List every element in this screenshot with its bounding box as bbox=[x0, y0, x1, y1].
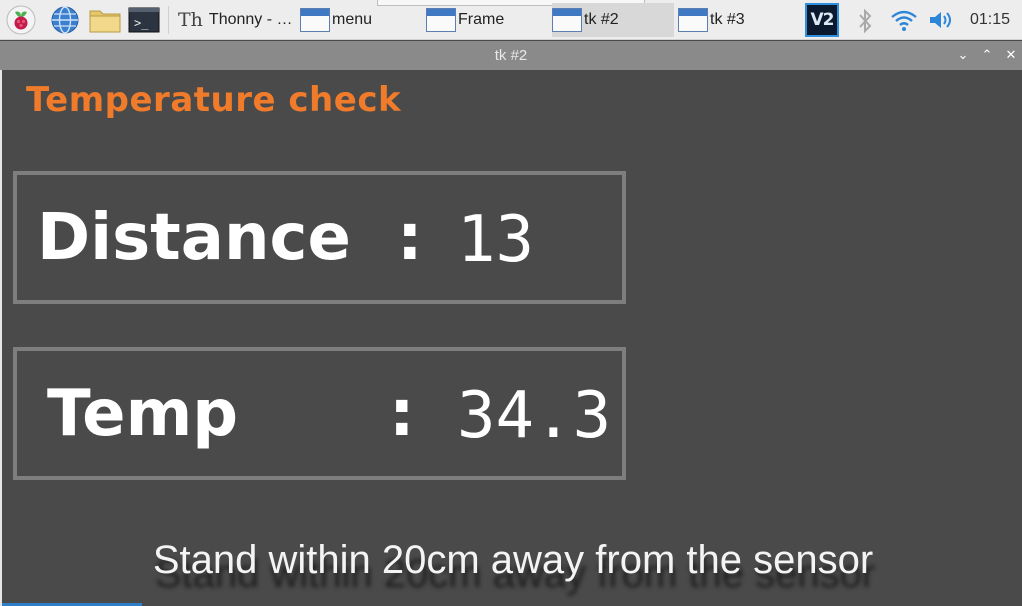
distance-value: 13 bbox=[457, 203, 535, 277]
window-icon bbox=[426, 8, 456, 32]
task-menu[interactable]: menu bbox=[300, 3, 422, 37]
window-icon bbox=[300, 8, 330, 32]
distance-colon: : bbox=[397, 201, 423, 275]
terminal-icon[interactable]: >_ bbox=[128, 5, 160, 35]
task-frame[interactable]: Frame bbox=[426, 3, 548, 37]
window-titlebar[interactable]: tk #2 ⌄ ⌃ ✕ bbox=[0, 41, 1022, 70]
temp-value: 34.3 bbox=[457, 379, 612, 453]
task-tk-2[interactable]: tk #2 bbox=[552, 3, 674, 37]
app-content: Temperature check Distance : 13 Temp : 3… bbox=[0, 70, 1022, 606]
task-label: menu bbox=[332, 11, 373, 28]
task-label: tk #2 bbox=[584, 11, 619, 28]
task-thonny[interactable]: Th Thonny - … bbox=[172, 3, 297, 37]
raspberry-menu-icon[interactable] bbox=[6, 5, 36, 35]
distance-readout: Distance : 13 bbox=[13, 171, 626, 304]
thonny-icon: Th bbox=[178, 9, 203, 31]
temp-readout: Temp : 34.3 bbox=[13, 347, 626, 480]
taskbar: >_ Th Thonny - … menu Frame tk #2 tk #3 … bbox=[0, 0, 1022, 40]
clock[interactable]: 01:15 bbox=[970, 11, 1010, 29]
wifi-icon[interactable] bbox=[890, 8, 918, 36]
web-browser-icon[interactable] bbox=[50, 5, 80, 35]
temp-label: Temp bbox=[47, 377, 239, 451]
minimize-button[interactable]: ⌄ bbox=[954, 45, 972, 65]
window-icon bbox=[552, 8, 582, 32]
close-button[interactable]: ✕ bbox=[1002, 45, 1020, 65]
volume-icon[interactable] bbox=[928, 8, 956, 36]
temp-colon: : bbox=[389, 377, 415, 451]
taskbar-separator bbox=[168, 6, 169, 34]
file-manager-icon[interactable] bbox=[88, 5, 121, 35]
vnc-label: V2 bbox=[810, 10, 835, 30]
task-label: Thonny - … bbox=[208, 11, 293, 28]
task-tk-3[interactable]: tk #3 bbox=[678, 3, 800, 37]
maximize-button[interactable]: ⌃ bbox=[978, 45, 996, 65]
task-label: Frame bbox=[458, 11, 505, 28]
task-label: tk #3 bbox=[710, 11, 745, 28]
app-heading: Temperature check bbox=[26, 80, 402, 120]
instruction-text: Stand within 20cm away from the sensor bbox=[152, 538, 874, 582]
vnc-server-icon[interactable]: V2 bbox=[805, 3, 839, 37]
window-title: tk #2 bbox=[494, 47, 528, 64]
window-icon bbox=[678, 8, 708, 32]
svg-text:>_: >_ bbox=[134, 16, 149, 30]
bluetooth-icon[interactable] bbox=[856, 8, 874, 38]
distance-label: Distance bbox=[37, 201, 351, 275]
